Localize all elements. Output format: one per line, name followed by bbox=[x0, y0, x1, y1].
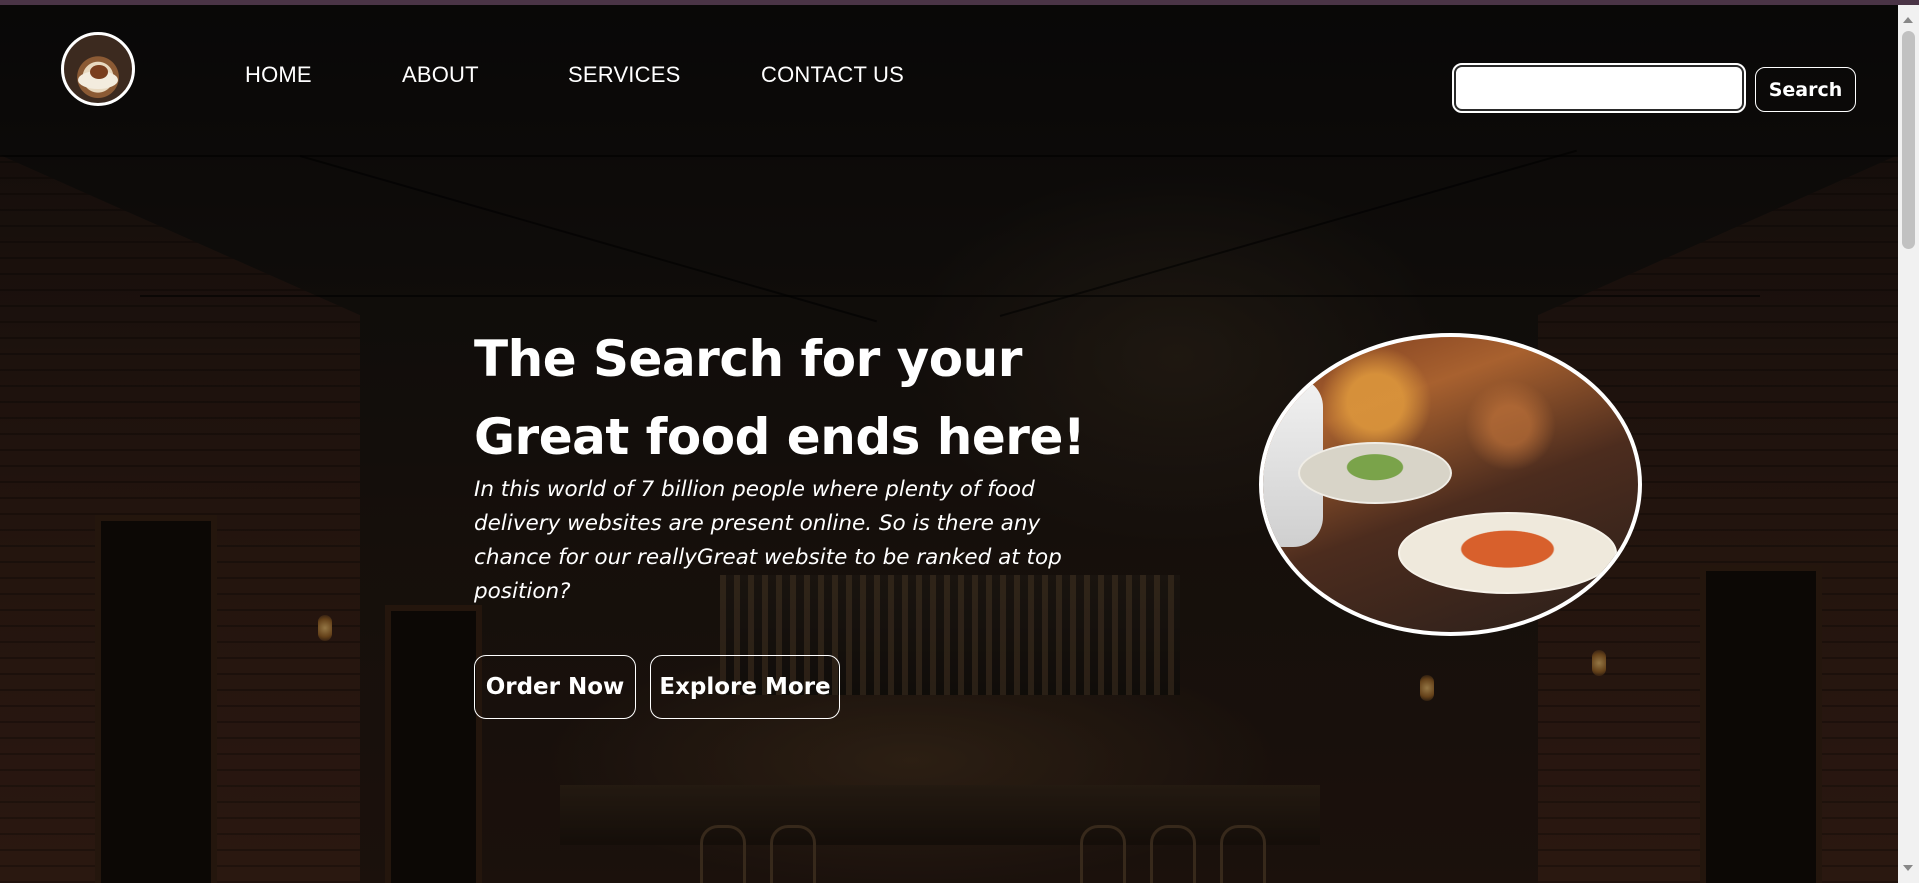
scroll-down-arrow-icon[interactable] bbox=[1903, 865, 1913, 871]
nav-services[interactable]: SERVICES bbox=[568, 62, 680, 88]
nav-about[interactable]: ABOUT bbox=[402, 62, 479, 88]
order-now-button[interactable]: Order Now bbox=[474, 655, 636, 719]
hero-title: The Search for your Great food ends here… bbox=[474, 320, 1174, 476]
search-input[interactable] bbox=[1452, 63, 1746, 113]
nav-contact-us[interactable]: CONTACT US bbox=[761, 62, 904, 88]
search-button[interactable]: Search bbox=[1755, 67, 1856, 112]
vertical-scrollbar[interactable] bbox=[1898, 5, 1919, 883]
hero-food-image bbox=[1259, 333, 1642, 636]
salad-bowl bbox=[1298, 442, 1452, 504]
logo-icon[interactable] bbox=[61, 32, 135, 106]
bruschetta-plate bbox=[1398, 512, 1617, 594]
explore-more-button[interactable]: Explore More bbox=[650, 655, 840, 719]
hero-title-line-1: The Search for your bbox=[474, 330, 1022, 388]
hero-description: In this world of 7 billion people where … bbox=[474, 477, 1062, 604]
scrollbar-thumb[interactable] bbox=[1902, 31, 1915, 249]
nav-home[interactable]: HOME bbox=[245, 62, 312, 88]
site-header: HOME ABOUT SERVICES CONTACT US Search bbox=[0, 5, 1898, 140]
scroll-up-arrow-icon[interactable] bbox=[1903, 17, 1913, 23]
logo-food bbox=[90, 65, 108, 79]
hero-title-line-2: Great food ends here! bbox=[474, 408, 1086, 466]
hero-page: HOME ABOUT SERVICES CONTACT US Search Th… bbox=[0, 5, 1898, 883]
